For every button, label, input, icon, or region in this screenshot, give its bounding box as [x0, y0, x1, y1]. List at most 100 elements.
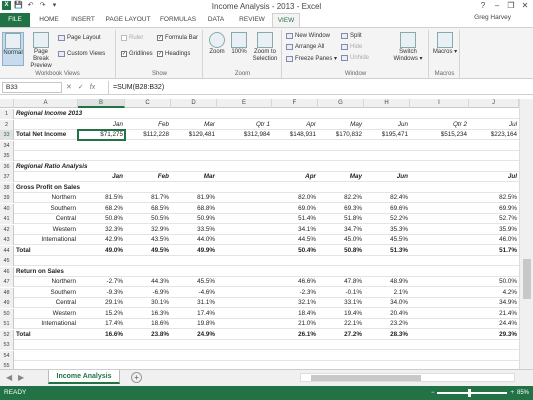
cell-a44[interactable]: Total	[14, 246, 78, 256]
cell-j40[interactable]: 69.9%	[469, 204, 519, 214]
cell-b41[interactable]: 50.8%	[78, 214, 125, 224]
hide-button[interactable]: Hide	[341, 44, 362, 50]
cell-a38[interactable]: Gross Profit on Sales	[14, 183, 80, 193]
unhide-button[interactable]: Unhide	[341, 55, 369, 61]
cell-d43[interactable]: 44.0%	[171, 235, 217, 245]
close-button[interactable]: ✕	[519, 0, 531, 11]
row-header[interactable]: 35	[0, 151, 14, 161]
cell-f42[interactable]: 34.1%	[272, 225, 318, 235]
row-header[interactable]: 41	[0, 214, 14, 224]
add-sheet-button[interactable]: +	[131, 372, 142, 383]
cell-i2[interactable]: Qtr 2	[410, 120, 469, 130]
name-box[interactable]: B33	[2, 82, 62, 93]
column-header-a[interactable]: A	[14, 99, 78, 108]
cell-g50[interactable]: 19.4%	[318, 309, 364, 319]
cell-d48[interactable]: -4.6%	[171, 288, 217, 298]
cell-h52[interactable]: 28.3%	[364, 330, 410, 340]
cell-g47[interactable]: 47.8%	[318, 277, 364, 287]
column-header-g[interactable]: G	[318, 99, 364, 108]
cell-b37[interactable]: Jan	[78, 172, 125, 182]
cell-f48[interactable]: -2.3%	[272, 288, 318, 298]
enter-icon[interactable]: ✓	[78, 81, 84, 94]
cell-c33[interactable]: $112,228	[125, 130, 171, 140]
cell-j42[interactable]: 35.9%	[469, 225, 519, 235]
cell-b51[interactable]: 17.4%	[78, 319, 125, 329]
row-header[interactable]: 45	[0, 256, 14, 266]
cell-g33[interactable]: $170,832	[318, 130, 364, 140]
row-header[interactable]: 48	[0, 287, 14, 298]
vertical-scroll-thumb[interactable]	[523, 259, 531, 299]
restore-button[interactable]: ❐	[505, 0, 517, 11]
page-break-preview-button[interactable]: Page Break Preview	[26, 32, 56, 70]
cell-b49[interactable]: 29.1%	[78, 298, 125, 308]
cell-i33[interactable]: $515,234	[410, 130, 469, 140]
cell-h39[interactable]: 82.4%	[364, 193, 410, 203]
cell-a42[interactable]: Western	[14, 225, 78, 235]
tab-formulas[interactable]: FORMULAS	[157, 13, 199, 27]
cell-d42[interactable]: 33.5%	[171, 225, 217, 235]
zoom-in-button[interactable]: +	[510, 386, 514, 400]
switch-windows-button[interactable]: Switch Windows ▾	[391, 32, 425, 63]
cell-h48[interactable]: 2.1%	[364, 288, 410, 298]
cell-d37[interactable]: Mar	[171, 172, 217, 182]
cell-d50[interactable]: 17.4%	[171, 309, 217, 319]
headings-checkbox[interactable]: ✓ Headings	[157, 51, 190, 57]
cell-d33[interactable]: $129,481	[171, 130, 217, 140]
cell-f47[interactable]: 46.6%	[272, 277, 318, 287]
worksheet-grid[interactable]: ABCDEFGHIJ 1 Regional Income 2013 2 Jan Feb M…	[0, 99, 519, 369]
cell-b44[interactable]: 49.0%	[78, 246, 125, 256]
row-header[interactable]: 40	[0, 203, 14, 214]
cell-a50[interactable]: Western	[14, 309, 78, 319]
column-header-f[interactable]: F	[272, 99, 318, 108]
ruler-checkbox[interactable]: Ruler	[121, 35, 143, 41]
row-header[interactable]: 2	[0, 119, 14, 130]
cell-h41[interactable]: 52.2%	[364, 214, 410, 224]
cell-j43[interactable]: 46.0%	[469, 235, 519, 245]
cell-g2[interactable]: May	[318, 120, 364, 130]
row-header[interactable]: 49	[0, 298, 14, 308]
sheet-tab-income-analysis[interactable]: Income Analysis	[48, 370, 120, 384]
cell-f33[interactable]: $148,931	[272, 130, 318, 140]
tab-home[interactable]: HOME	[33, 13, 65, 27]
normal-view-button[interactable]: Normal	[2, 32, 24, 66]
cell-g41[interactable]: 51.8%	[318, 214, 364, 224]
column-header-h[interactable]: H	[364, 99, 410, 108]
next-sheet-icon[interactable]: ▶	[18, 373, 24, 382]
cell-g40[interactable]: 69.3%	[318, 204, 364, 214]
row-header[interactable]: 52	[0, 329, 14, 340]
cell-g48[interactable]: -0.1%	[318, 288, 364, 298]
cell-h51[interactable]: 23.2%	[364, 319, 410, 329]
horizontal-scroll-thumb[interactable]	[311, 375, 421, 381]
tab-review[interactable]: REVIEW	[234, 13, 270, 27]
gridlines-checkbox[interactable]: ✓ Gridlines	[121, 51, 153, 57]
cell-c41[interactable]: 50.5%	[125, 214, 171, 224]
cell-f37[interactable]: Apr	[272, 172, 318, 182]
row-header[interactable]: 34	[0, 140, 14, 151]
freeze-panes-button[interactable]: Freeze Panes ▾	[286, 55, 337, 62]
cell-a40[interactable]: Southern	[14, 204, 78, 214]
cell-a33[interactable]: Total Net Income	[14, 130, 78, 140]
prev-sheet-icon[interactable]: ◀	[6, 373, 12, 382]
cell-d49[interactable]: 31.1%	[171, 298, 217, 308]
formula-bar-checkbox[interactable]: ✓ Formula Bar	[157, 35, 198, 41]
cell-j49[interactable]: 34.9%	[469, 298, 519, 308]
cell-c37[interactable]: Feb	[125, 172, 171, 182]
page-layout-button[interactable]: Page Layout	[58, 35, 101, 41]
cell-f43[interactable]: 44.5%	[272, 235, 318, 245]
cell-c2[interactable]: Feb	[125, 120, 171, 130]
cell-d44[interactable]: 49.9%	[171, 246, 217, 256]
cell-g44[interactable]: 50.8%	[318, 246, 364, 256]
cell-j50[interactable]: 21.4%	[469, 309, 519, 319]
row-header[interactable]: 36	[0, 161, 14, 172]
new-window-button[interactable]: New Window	[286, 33, 330, 39]
cell-a41[interactable]: Central	[14, 214, 78, 224]
cell-f40[interactable]: 69.0%	[272, 204, 318, 214]
cell-c47[interactable]: 44.3%	[125, 277, 171, 287]
tab-data[interactable]: DATA	[201, 13, 231, 27]
arrange-all-button[interactable]: Arrange All	[286, 44, 324, 50]
cell-h2[interactable]: Jun	[364, 120, 410, 130]
row-header[interactable]: 46	[0, 266, 14, 277]
tab-view[interactable]: VIEW	[272, 13, 300, 27]
column-header-j[interactable]: J	[469, 99, 519, 108]
horizontal-scrollbar[interactable]	[300, 373, 515, 382]
